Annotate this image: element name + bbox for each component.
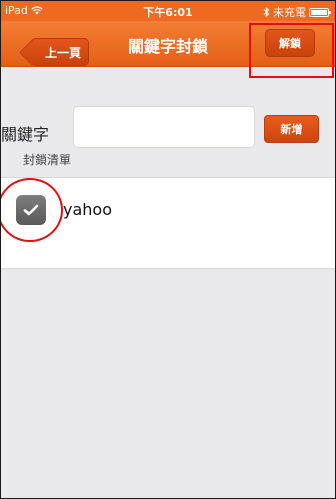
status-bar: iPad 下午6:01 未充電 bbox=[1, 1, 335, 21]
page-title: 關鍵字封鎖 bbox=[127, 37, 208, 56]
list-item-text: yahoo bbox=[63, 200, 112, 219]
status-right: 未充電 bbox=[263, 4, 331, 20]
block-list-header: 封鎖清單 bbox=[23, 153, 72, 167]
back-button[interactable]: 上一頁 bbox=[31, 38, 89, 66]
battery-icon bbox=[309, 7, 331, 17]
annotation-highlight-circle bbox=[1, 178, 63, 242]
list-item[interactable]: yahoo bbox=[1, 178, 335, 242]
add-button-label: 新增 bbox=[280, 123, 303, 136]
app-screen: iPad 下午6:01 未充電 上一頁 關鍵字封鎖 解鎖 關鍵字 新增 封鎖清單… bbox=[0, 0, 336, 499]
back-button-label: 上一頁 bbox=[44, 45, 81, 60]
bluetooth-icon bbox=[263, 7, 270, 17]
keyword-input[interactable] bbox=[73, 106, 255, 148]
battery-status-text: 未充電 bbox=[273, 6, 306, 19]
block-list: yahoo bbox=[1, 177, 335, 269]
add-button[interactable]: 新增 bbox=[264, 115, 319, 143]
keyword-label: 關鍵字 bbox=[1, 125, 50, 144]
annotation-highlight-box bbox=[249, 23, 334, 78]
